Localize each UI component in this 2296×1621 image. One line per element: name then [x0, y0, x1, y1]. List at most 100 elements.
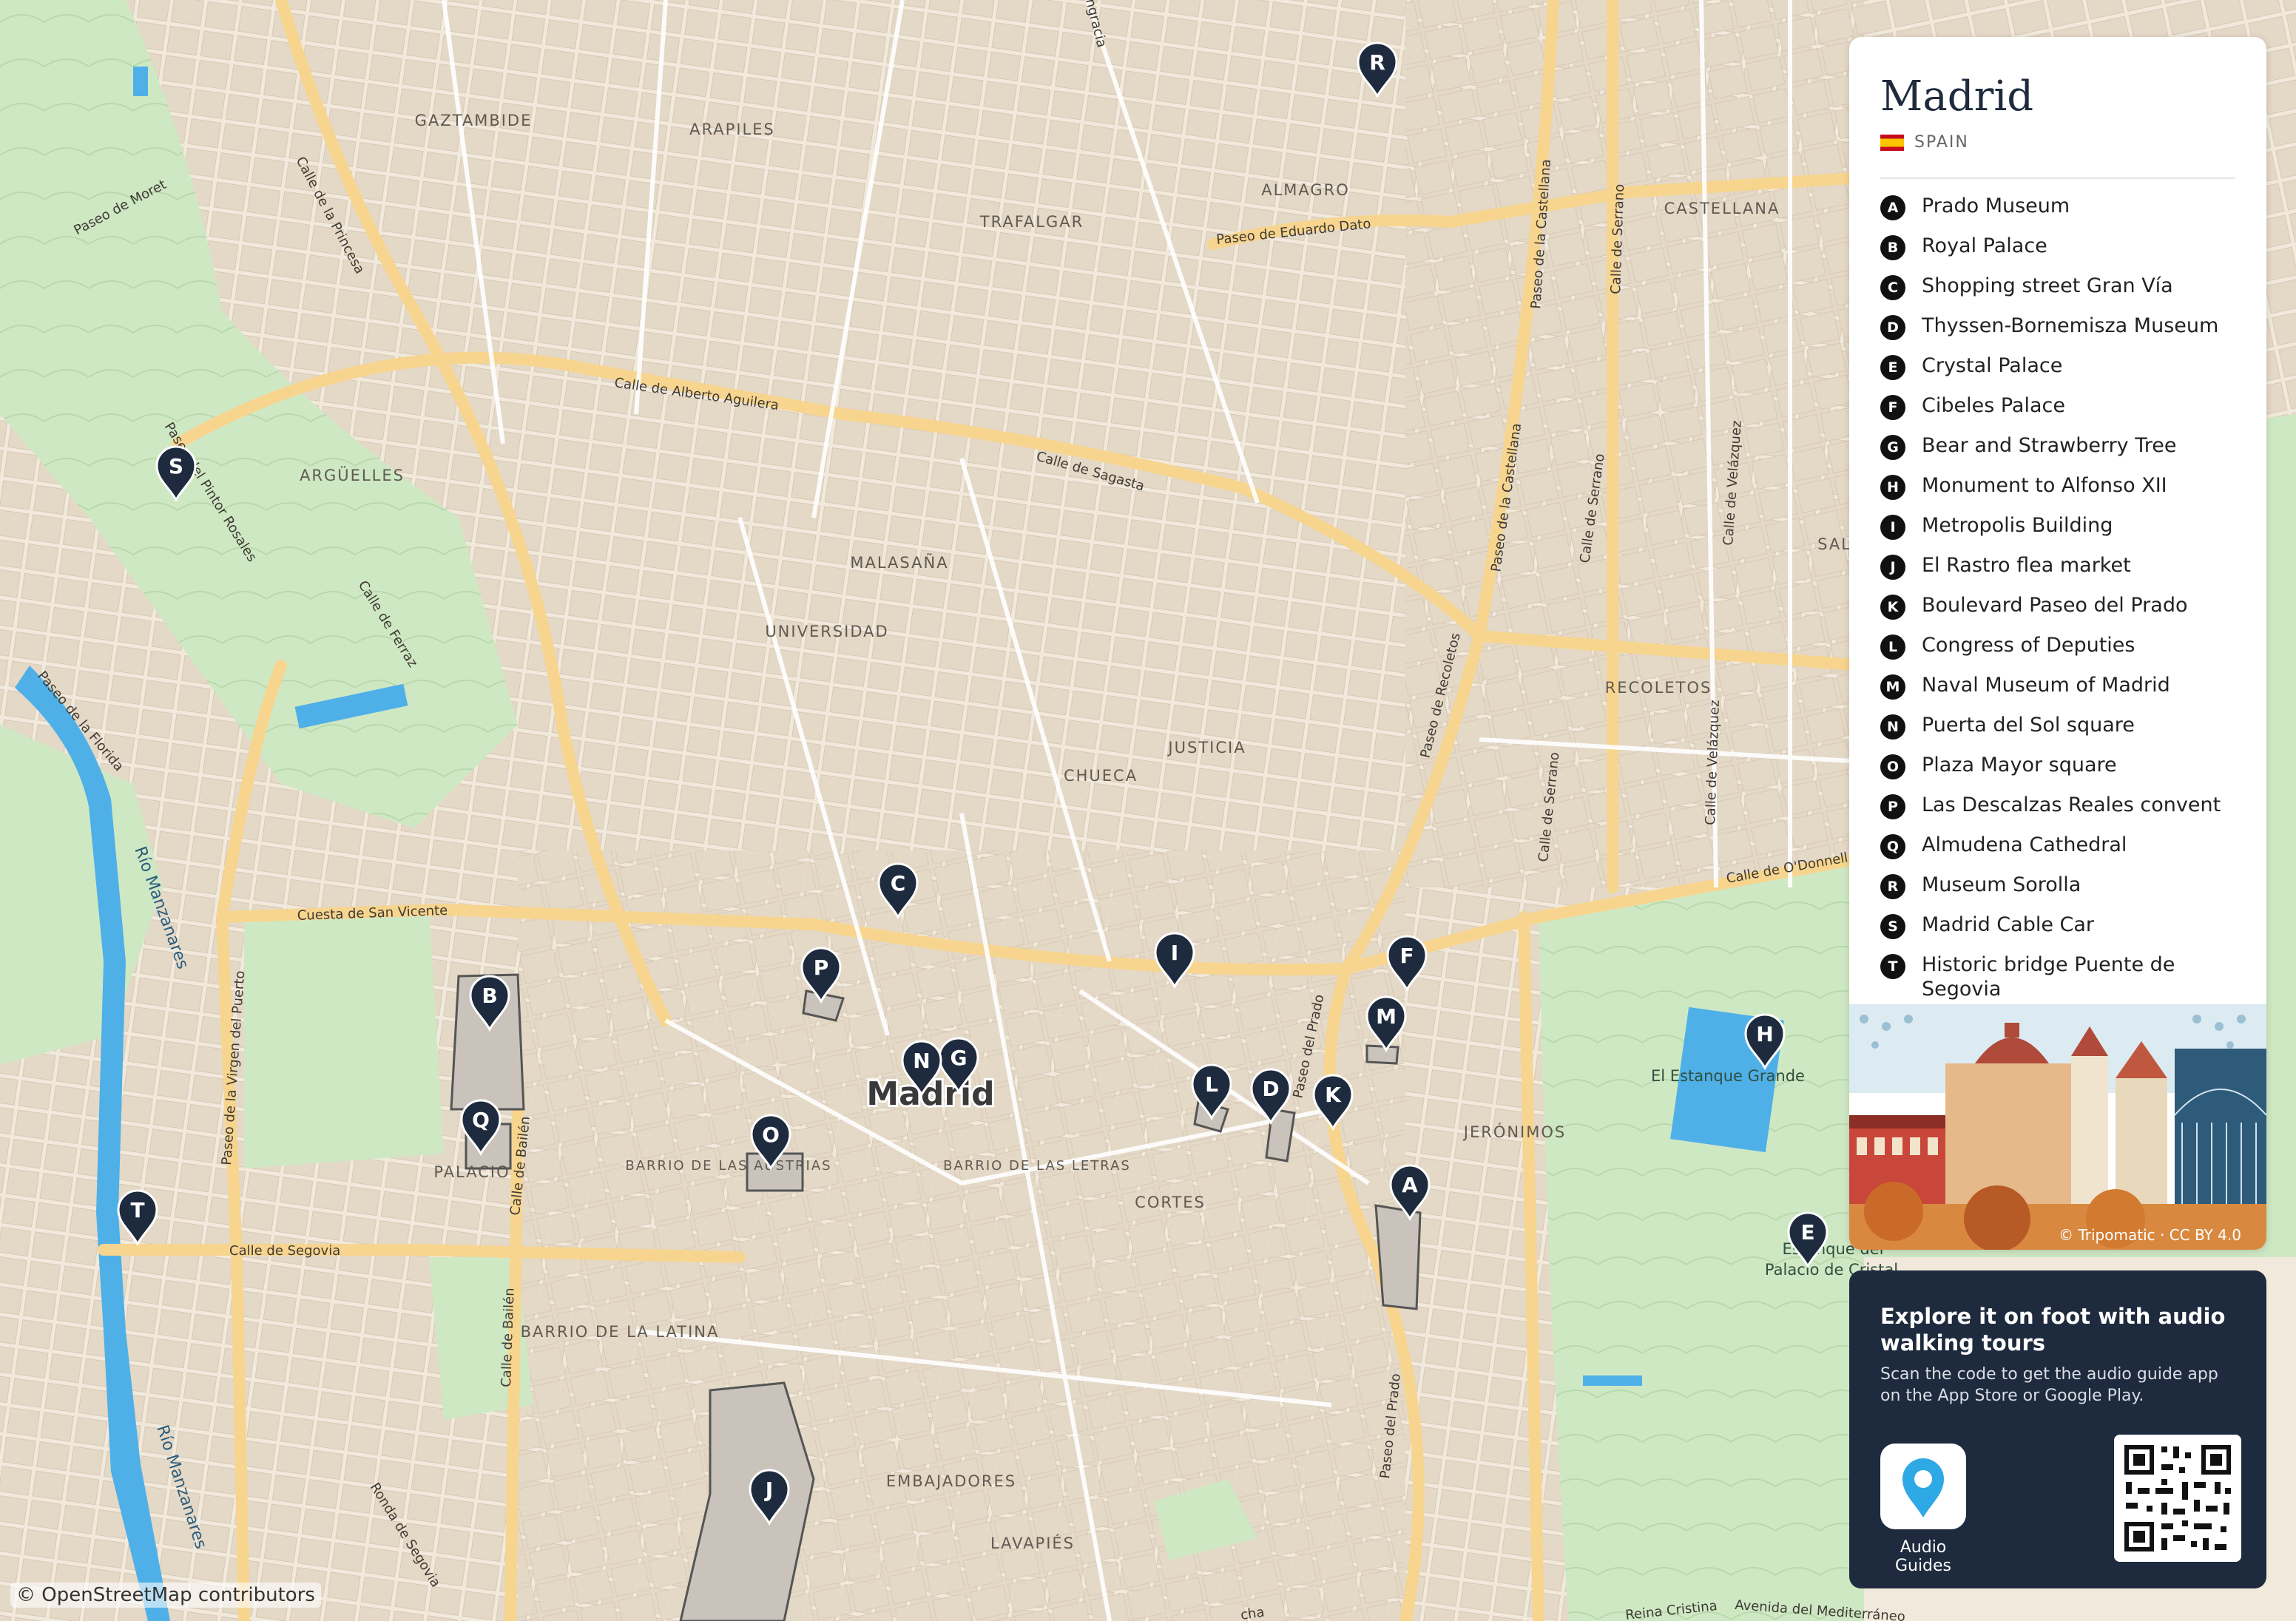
- app-icon[interactable]: [1880, 1444, 1966, 1529]
- street-label: Calle de Segovia: [229, 1243, 340, 1259]
- district-label: CHUECA: [1064, 767, 1138, 785]
- country-name: SPAIN: [1914, 133, 1969, 152]
- list-item[interactable]: T Historic bridge Puente de Segovia: [1880, 952, 2244, 1001]
- pond-retiro: [1583, 1375, 1642, 1386]
- pin-letter: F: [1399, 944, 1414, 968]
- park-label: El Estanque Grande: [1651, 1067, 1805, 1085]
- poi-letter-badge: T: [1880, 954, 1905, 979]
- poi-letter-badge: P: [1880, 794, 1905, 819]
- poi-name: Thyssen-Bornemisza Museum: [1922, 314, 2219, 337]
- list-item[interactable]: N Puerta del Sol square: [1880, 713, 2244, 753]
- district-label: BARRIO DE LAS AUSTRIAS: [625, 1158, 831, 1174]
- pin-letter: C: [891, 871, 906, 896]
- poi-name: Bear and Strawberry Tree: [1922, 434, 2177, 457]
- poi-letter-badge: G: [1880, 435, 1905, 460]
- list-item[interactable]: F Cibeles Palace: [1880, 393, 2244, 433]
- poi-letter-badge: S: [1880, 914, 1905, 939]
- pin-letter: B: [482, 984, 497, 1008]
- pin-letter: S: [169, 454, 183, 478]
- district-label: PALACIO: [433, 1163, 510, 1181]
- poi-letter-badge: N: [1880, 714, 1905, 740]
- district-label: UNIVERSIDAD: [765, 623, 888, 640]
- pin-letter: O: [762, 1123, 780, 1147]
- app-label: Audio Guides: [1894, 1538, 1952, 1575]
- madrid-skyline-illustration: [1849, 1004, 2266, 1250]
- poi-name: Royal Palace: [1922, 234, 2047, 257]
- poi-letter-badge: F: [1880, 395, 1905, 420]
- list-item[interactable]: B Royal Palace: [1880, 234, 2244, 274]
- list-item[interactable]: H Monument to Alfonso XII: [1880, 473, 2244, 513]
- poi-letter-badge: L: [1880, 634, 1905, 660]
- poi-letter-badge: R: [1880, 874, 1905, 899]
- list-item[interactable]: Q Almudena Cathedral: [1880, 833, 2244, 873]
- legend-panel: Madrid SPAIN A Prado Museum B Royal Palace…: [1849, 37, 2266, 1250]
- list-item[interactable]: R Museum Sorolla: [1880, 873, 2244, 913]
- list-item[interactable]: I Metropolis Building: [1880, 513, 2244, 553]
- poi-name: Historic bridge Puente de Segovia: [1922, 953, 2175, 1001]
- poi-letter-badge: H: [1880, 475, 1905, 500]
- map-attribution[interactable]: © OpenStreetMap contributors: [10, 1583, 321, 1608]
- pin-letter: R: [1369, 50, 1385, 75]
- pin-letter: L: [1205, 1072, 1218, 1097]
- list-item[interactable]: M Naval Museum of Madrid: [1880, 673, 2244, 713]
- promo-heading: Explore it on foot with audio walking to…: [1880, 1304, 2226, 1356]
- list-item[interactable]: A Prado Museum: [1880, 194, 2244, 234]
- list-item[interactable]: D Thyssen-Bornemisza Museum: [1880, 314, 2244, 353]
- park-campo-del-moro: [244, 910, 444, 1168]
- poi-name: Museum Sorolla: [1922, 873, 2081, 896]
- district-label: JERÓNIMOS: [1462, 1123, 1566, 1141]
- list-item[interactable]: C Shopping street Gran Vía: [1880, 274, 2244, 314]
- spain-flag-icon: [1880, 134, 1904, 151]
- pin-letter: N: [913, 1049, 930, 1073]
- poi-letter-badge: J: [1880, 555, 1905, 580]
- city-title: Madrid: [1880, 72, 2034, 121]
- pin-letter: K: [1325, 1083, 1342, 1107]
- pin-letter: P: [814, 955, 829, 980]
- qr-code[interactable]: [2114, 1435, 2241, 1562]
- poi-name: Almudena Cathedral: [1922, 833, 2127, 856]
- list-item[interactable]: E Crystal Palace: [1880, 353, 2244, 393]
- poi-name: Shopping street Gran Vía: [1922, 274, 2173, 297]
- list-item[interactable]: S Madrid Cable Car: [1880, 913, 2244, 952]
- pin-letter: H: [1756, 1022, 1773, 1046]
- country-row: SPAIN: [1880, 133, 1969, 152]
- audio-guide-pin-icon: [1902, 1458, 1944, 1517]
- poi-letter-badge: M: [1880, 674, 1905, 700]
- list-item[interactable]: K Boulevard Paseo del Prado: [1880, 593, 2244, 633]
- poi-letter-badge: A: [1880, 195, 1905, 220]
- poi-letter-badge: B: [1880, 235, 1905, 260]
- district-label: CASTELLANA: [1664, 200, 1780, 217]
- district-label: BARRIO DE LA LATINA: [521, 1323, 720, 1341]
- list-item[interactable]: G Bear and Strawberry Tree: [1880, 433, 2244, 473]
- list-item[interactable]: L Congress of Deputies: [1880, 633, 2244, 673]
- list-item[interactable]: J El Rastro flea market: [1880, 553, 2244, 593]
- poi-name: Prado Museum: [1922, 194, 2070, 217]
- pin-letter: T: [130, 1198, 144, 1222]
- poi-letter-badge: C: [1880, 275, 1905, 300]
- divider: [1880, 177, 2235, 179]
- district-label: RECOLETOS: [1605, 679, 1712, 697]
- district-label: ARGÜELLES: [300, 466, 405, 484]
- pin-letter: D: [1262, 1077, 1279, 1101]
- poi-list: A Prado Museum B Royal Palace C Shopping st…: [1880, 194, 2244, 1001]
- naval-museum-outline: [1365, 1044, 1399, 1065]
- poi-name: El Rastro flea market: [1922, 554, 2131, 577]
- pin-letter: M: [1376, 1004, 1397, 1029]
- pin-letter: Q: [472, 1108, 490, 1132]
- poi-name: Boulevard Paseo del Prado: [1922, 594, 2188, 617]
- district-label: GAZTAMBIDE: [415, 112, 533, 129]
- list-item[interactable]: O Plaza Mayor square: [1880, 753, 2244, 793]
- district-label: CORTES: [1135, 1194, 1206, 1211]
- district-label: ALMAGRO: [1261, 181, 1350, 199]
- district-label: TRAFALGAR: [979, 213, 1084, 231]
- district-label: SAL: [1817, 535, 1851, 553]
- poi-name: Puerta del Sol square: [1922, 714, 2135, 737]
- poi-name: Crystal Palace: [1922, 354, 2063, 377]
- audio-tour-promo: Explore it on foot with audio walking to…: [1849, 1270, 2266, 1588]
- pin-letter: E: [1800, 1220, 1814, 1245]
- pin-letter: I: [1171, 941, 1178, 965]
- district-label: LAVAPIÉS: [990, 1534, 1075, 1552]
- list-item[interactable]: P Las Descalzas Reales convent: [1880, 793, 2244, 833]
- poi-name: Plaza Mayor square: [1922, 754, 2117, 776]
- district-label: MALASAÑA: [850, 552, 948, 572]
